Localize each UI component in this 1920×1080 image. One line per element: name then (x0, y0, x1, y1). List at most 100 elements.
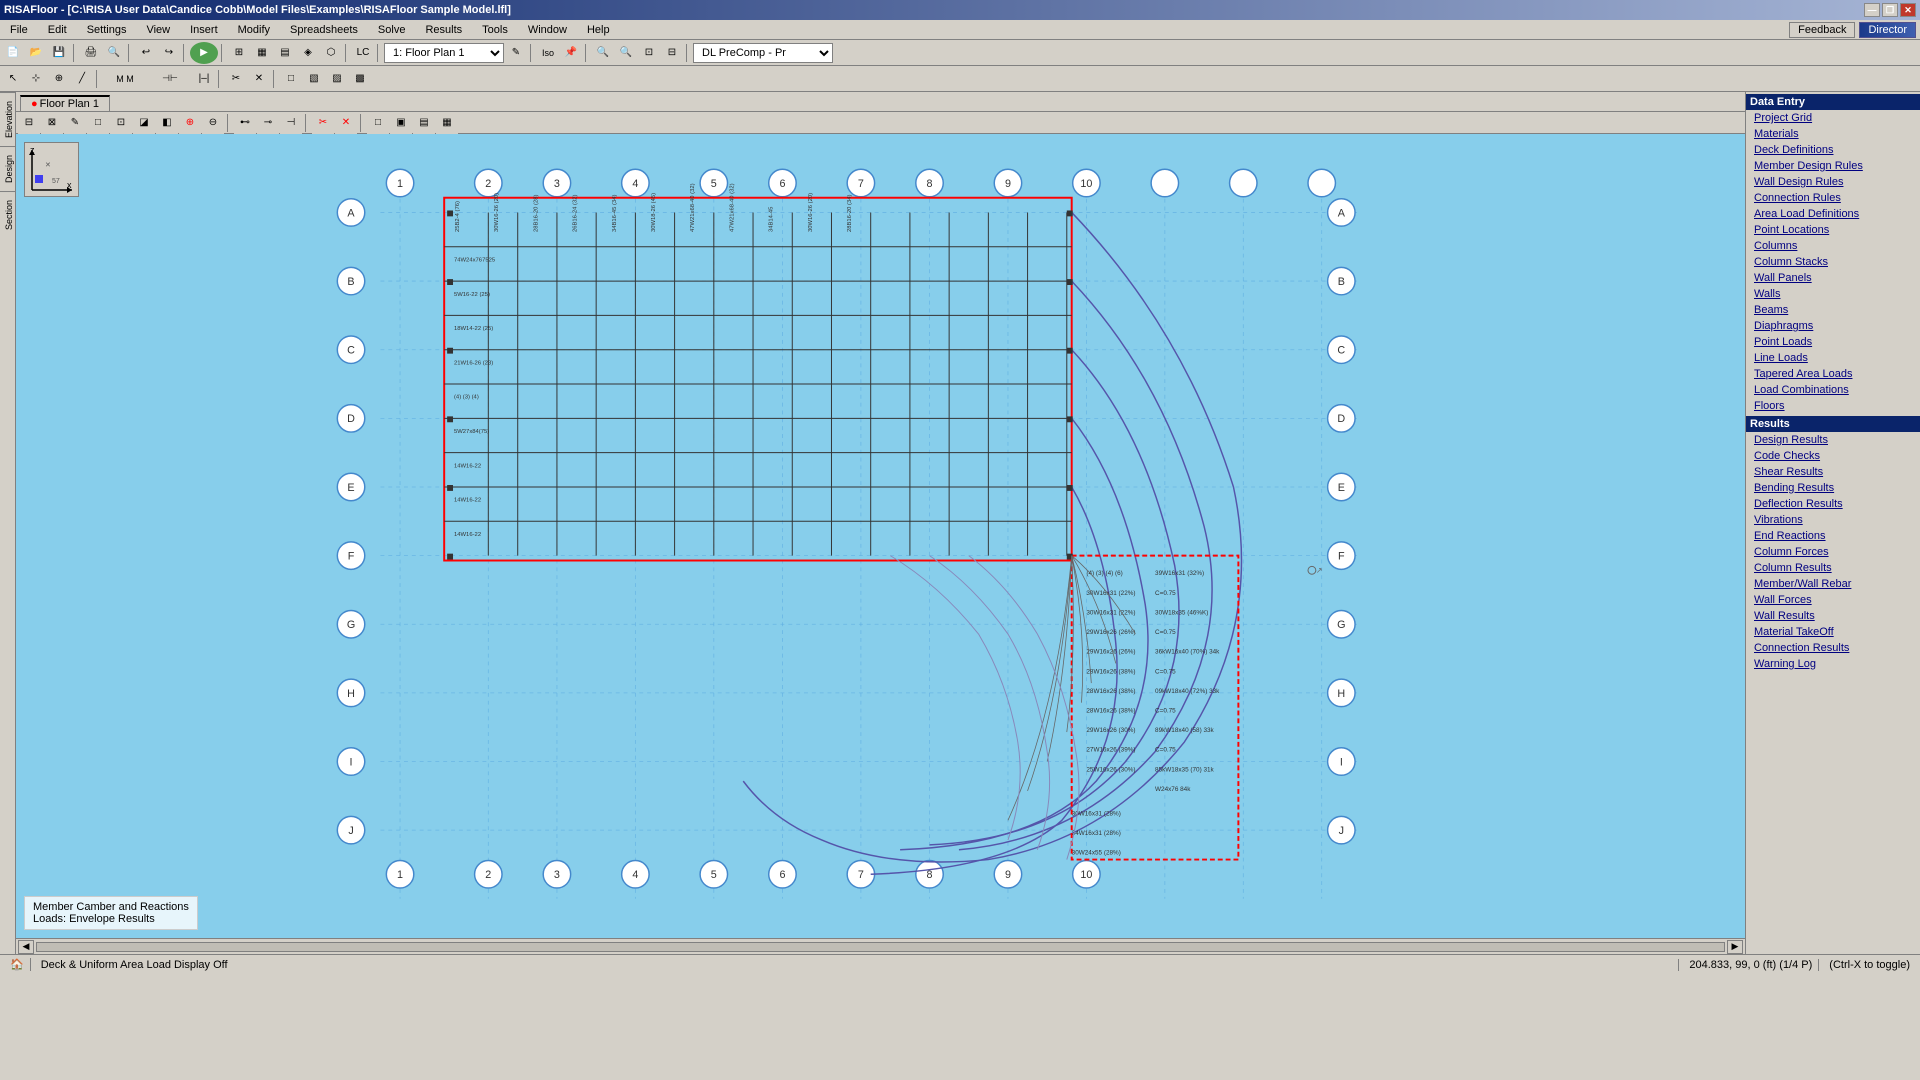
draw-tb15[interactable]: □ (367, 112, 389, 134)
scroll-track[interactable] (36, 942, 1725, 952)
menu-edit[interactable]: Edit (42, 23, 73, 37)
3d-button[interactable]: ◈ (297, 42, 319, 64)
menu-solve[interactable]: Solve (372, 23, 412, 37)
zoom-window-button[interactable]: ⊟ (661, 42, 683, 64)
panel-design-results[interactable]: Design Results (1746, 432, 1920, 448)
design-tab[interactable]: Design (0, 146, 15, 191)
iso-view-button[interactable]: Iso (537, 42, 559, 64)
floor-plan-tab[interactable]: ●Floor Plan 1 (20, 95, 110, 111)
draw-line-button[interactable]: ╱ (71, 68, 93, 90)
beam2-button[interactable]: ⊣⊢ (148, 68, 192, 90)
panel-columns[interactable]: Columns (1746, 238, 1920, 254)
panel-beams[interactable]: Beams (1746, 302, 1920, 318)
beam-button[interactable]: M M (103, 68, 147, 90)
app-minimize-button[interactable]: — (1864, 3, 1880, 17)
panel-project-grid[interactable]: Project Grid (1746, 110, 1920, 126)
scroll-left-button[interactable]: ◀ (18, 940, 34, 954)
draw-tb12[interactable]: ⊣ (280, 112, 302, 134)
draw-tb13[interactable]: ✂ (312, 112, 334, 134)
save-button[interactable]: 💾 (48, 42, 70, 64)
redo-button[interactable]: ↪ (158, 42, 180, 64)
load-combo-dropdown[interactable]: DL PreComp - Pr (693, 43, 833, 63)
panel-wall-results[interactable]: Wall Results (1746, 608, 1920, 624)
panel-vibrations[interactable]: Vibrations (1746, 512, 1920, 528)
delete-button[interactable]: ✕ (248, 68, 270, 90)
panel-floors[interactable]: Floors (1746, 398, 1920, 414)
draw-tb14[interactable]: ✕ (335, 112, 357, 134)
square4-button[interactable]: ▩ (349, 68, 371, 90)
print-button[interactable]: 🖨 (80, 42, 102, 64)
menu-modify[interactable]: Modify (232, 23, 276, 37)
undo-button[interactable]: ↩ (135, 42, 157, 64)
floor-plan-canvas[interactable]: x z ✕ 57 (16, 134, 1745, 938)
new-button[interactable]: 📄 (2, 42, 24, 64)
panel-column-forces[interactable]: Column Forces (1746, 544, 1920, 560)
zoom-in-button[interactable]: 🔍 (592, 42, 614, 64)
square1-button[interactable]: □ (280, 68, 302, 90)
panel-wall-panels[interactable]: Wall Panels (1746, 270, 1920, 286)
cut-button[interactable]: ✂ (225, 68, 247, 90)
square3-button[interactable]: ▨ (326, 68, 348, 90)
draw-tb10[interactable]: ⊷ (234, 112, 256, 134)
table2-button[interactable]: ▤ (274, 42, 296, 64)
panel-tapered-area-loads[interactable]: Tapered Area Loads (1746, 366, 1920, 382)
draw-tb16[interactable]: ▣ (390, 112, 412, 134)
pin-button[interactable]: 📌 (560, 42, 582, 64)
floor-dropdown[interactable]: 1: Floor Plan 1 (384, 43, 504, 63)
menu-window[interactable]: Window (522, 23, 573, 37)
panel-member-design-rules[interactable]: Member Design Rules (1746, 158, 1920, 174)
draw-tb8[interactable]: ⊕ (179, 112, 201, 134)
elevation-tab[interactable]: Elevation (0, 92, 15, 146)
draw-tb4[interactable]: □ (87, 112, 109, 134)
print-preview-button[interactable]: 🔍 (103, 42, 125, 64)
director-button[interactable]: Director (1859, 22, 1916, 38)
scroll-right-button[interactable]: ▶ (1727, 940, 1743, 954)
panel-column-results[interactable]: Column Results (1746, 560, 1920, 576)
panel-material-takeoff[interactable]: Material TakeOff (1746, 624, 1920, 640)
panel-connection-rules[interactable]: Connection Rules (1746, 190, 1920, 206)
scrollbar-bottom[interactable]: ◀ ▶ (16, 938, 1745, 954)
floor-edit-button[interactable]: ✎ (505, 42, 527, 64)
panel-column-stacks[interactable]: Column Stacks (1746, 254, 1920, 270)
menu-insert[interactable]: Insert (184, 23, 224, 37)
menu-spreadsheets[interactable]: Spreadsheets (284, 23, 364, 37)
run-button[interactable]: ▶ (190, 42, 218, 64)
panel-code-checks[interactable]: Code Checks (1746, 448, 1920, 464)
draw-tb6[interactable]: ◪ (133, 112, 155, 134)
section-tab[interactable]: Section (0, 191, 15, 238)
panel-member-wall-rebar[interactable]: Member/Wall Rebar (1746, 576, 1920, 592)
menu-results[interactable]: Results (419, 23, 468, 37)
grid-button[interactable]: ⊞ (228, 42, 250, 64)
app-close-button[interactable]: ✕ (1900, 3, 1916, 17)
zoom-out-button[interactable]: 🔍 (615, 42, 637, 64)
menu-file[interactable]: File (4, 23, 34, 37)
panel-shear-results[interactable]: Shear Results (1746, 464, 1920, 480)
feedback-button[interactable]: Feedback (1789, 22, 1855, 38)
draw-tb17[interactable]: ▤ (413, 112, 435, 134)
app-restore-button[interactable]: ❐ (1882, 3, 1898, 17)
panel-deflection-results[interactable]: Deflection Results (1746, 496, 1920, 512)
panel-line-loads[interactable]: Line Loads (1746, 350, 1920, 366)
panel-wall-design-rules[interactable]: Wall Design Rules (1746, 174, 1920, 190)
draw-tb7[interactable]: ◧ (156, 112, 178, 134)
panel-load-combinations[interactable]: Load Combinations (1746, 382, 1920, 398)
menu-view[interactable]: View (140, 23, 176, 37)
panel-warning-log[interactable]: Warning Log (1746, 656, 1920, 672)
draw-tb1[interactable]: ⊟ (18, 112, 40, 134)
menu-help[interactable]: Help (581, 23, 616, 37)
draw-tb11[interactable]: ⊸ (257, 112, 279, 134)
square2-button[interactable]: ▧ (303, 68, 325, 90)
snap-button[interactable]: ⊕ (48, 68, 70, 90)
open-button[interactable]: 📂 (25, 42, 47, 64)
panel-deck-definitions[interactable]: Deck Definitions (1746, 142, 1920, 158)
panel-point-locations[interactable]: Point Locations (1746, 222, 1920, 238)
draw-tb3[interactable]: ✎ (64, 112, 86, 134)
select2-button[interactable]: ⊹ (25, 68, 47, 90)
beam3-button[interactable]: |–| (193, 68, 215, 90)
panel-materials[interactable]: Materials (1746, 126, 1920, 142)
draw-tb9[interactable]: ⊖ (202, 112, 224, 134)
panel-wall-forces[interactable]: Wall Forces (1746, 592, 1920, 608)
panel-diaphragms[interactable]: Diaphragms (1746, 318, 1920, 334)
zoom-fit-button[interactable]: ⊡ (638, 42, 660, 64)
select-button[interactable]: ↖ (2, 68, 24, 90)
